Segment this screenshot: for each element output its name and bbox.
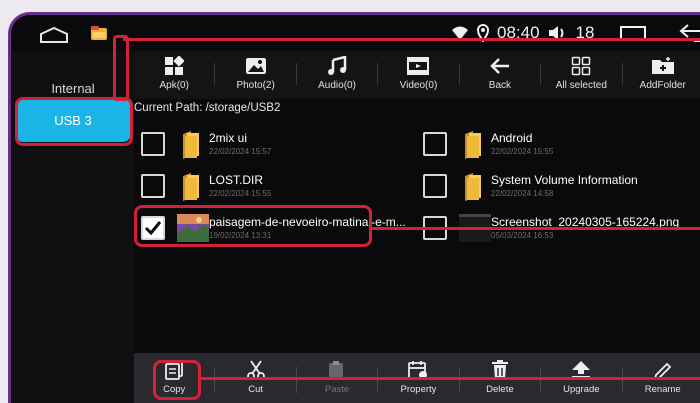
- audio-filter-label: Audio(0): [318, 80, 356, 91]
- file-item[interactable]: System Volume Information 22/02/2024 14:…: [423, 170, 693, 206]
- file-date: 22/02/2024 14:58: [491, 189, 554, 198]
- rename-button[interactable]: Rename: [623, 353, 700, 403]
- file-name: 2mix ui: [209, 131, 248, 145]
- file-item[interactable]: paisagem-de-nevoeiro-matinal-e-m... 19/0…: [141, 212, 411, 248]
- cut-label: Cut: [248, 384, 264, 395]
- file-item[interactable]: 2mix ui 22/02/2024 15:57: [141, 128, 411, 164]
- apps-icon: [162, 55, 186, 77]
- trash-icon: [489, 360, 511, 380]
- image-thumbnail: [459, 214, 491, 242]
- add-folder-icon: [651, 55, 675, 77]
- clock: 08:40: [497, 23, 540, 42]
- file-date: 19/02/2024 13:31: [209, 231, 272, 240]
- folder-icon: [183, 173, 199, 201]
- file-date: 22/02/2024 15:57: [209, 147, 272, 156]
- home-icon[interactable]: [39, 27, 69, 43]
- location-pin-icon: [477, 24, 489, 42]
- property-button[interactable]: Property: [378, 353, 458, 403]
- copy-button[interactable]: Copy: [134, 353, 214, 403]
- paste-button[interactable]: Paste: [297, 353, 377, 403]
- select-all-label: All selected: [555, 80, 607, 91]
- property-icon: [407, 360, 429, 380]
- device: 08:40 18 Internal USB 3 Apk(0) Photo(2) …: [0, 0, 700, 403]
- cut-button[interactable]: Cut: [215, 353, 295, 403]
- copy-icon: [163, 360, 185, 380]
- sidebar: Internal USB 3: [11, 51, 134, 403]
- folder-icon: [183, 131, 199, 159]
- file-item[interactable]: Screenshot_20240305-165224.png 05/03/202…: [423, 212, 693, 248]
- add-folder-label: AddFolder: [639, 80, 686, 91]
- screen: 08:40 18 Internal USB 3 Apk(0) Photo(2) …: [8, 12, 700, 403]
- action-bar: Copy Cut Paste Property Delete Upgrade R…: [134, 353, 700, 403]
- checkbox-checked[interactable]: [141, 216, 165, 240]
- current-path: Current Path: /storage/USB2: [134, 102, 281, 114]
- toolbar: Apk(0) Photo(2) Audio(0) Video(0) Back A…: [134, 51, 700, 99]
- back-button[interactable]: Back: [460, 51, 540, 99]
- file-name: Android: [491, 131, 533, 145]
- scissors-icon: [245, 360, 267, 380]
- apk-filter-label: Apk(0): [159, 80, 189, 91]
- file-name: LOST.DIR: [209, 173, 264, 187]
- checkbox[interactable]: [423, 132, 447, 156]
- pencil-icon: [652, 360, 674, 380]
- file-date: 05/03/2024 16:53: [491, 231, 554, 240]
- file-item[interactable]: Android 22/02/2024 15:55: [423, 128, 693, 164]
- file-name: System Volume Information: [491, 173, 638, 187]
- arrow-left-icon: [488, 55, 512, 77]
- checkbox[interactable]: [423, 174, 447, 198]
- copy-label: Copy: [163, 384, 186, 395]
- checkbox[interactable]: [141, 174, 165, 198]
- checkbox[interactable]: [141, 132, 165, 156]
- music-note-icon: [325, 55, 349, 77]
- folder-icon: [465, 131, 481, 159]
- photo-filter-label: Photo(2): [236, 80, 275, 91]
- upgrade-icon: [570, 360, 592, 380]
- file-name: Screenshot_20240305-165224.png: [491, 215, 680, 229]
- delete-label: Delete: [486, 384, 514, 395]
- film-icon: [406, 55, 430, 77]
- photo-filter-button[interactable]: Photo(2): [215, 51, 295, 99]
- volume-level: 18: [575, 23, 595, 42]
- image-thumbnail: [177, 214, 209, 242]
- folder-icon: [465, 173, 481, 201]
- file-name: paisagem-de-nevoeiro-matinal-e-m...: [209, 215, 406, 229]
- back-nav-icon[interactable]: [678, 23, 700, 43]
- add-folder-button[interactable]: AddFolder: [623, 51, 700, 99]
- paste-icon: [326, 360, 348, 380]
- audio-filter-button[interactable]: Audio(0): [297, 51, 377, 99]
- select-all-button[interactable]: All selected: [541, 51, 621, 99]
- file-date: 22/02/2024 15:55: [491, 147, 554, 156]
- checkbox[interactable]: [423, 216, 447, 240]
- grid-icon: [569, 55, 593, 77]
- upgrade-button[interactable]: Upgrade: [541, 353, 621, 403]
- delete-button[interactable]: Delete: [460, 353, 540, 403]
- checkmark-icon: [144, 221, 162, 236]
- paste-label: Paste: [324, 384, 350, 395]
- recent-apps-icon[interactable]: [618, 24, 648, 42]
- status-bar: 08:40 18: [11, 15, 700, 51]
- property-label: Property: [400, 384, 437, 395]
- file-item[interactable]: LOST.DIR 22/02/2024 15:55: [141, 170, 411, 206]
- image-icon: [244, 55, 268, 77]
- file-manager-app-icon[interactable]: [89, 23, 109, 43]
- sidebar-item-usb[interactable]: USB 3: [15, 99, 131, 142]
- file-date: 22/02/2024 15:55: [209, 189, 272, 198]
- upgrade-label: Upgrade: [563, 384, 600, 395]
- speaker-icon[interactable]: [548, 25, 568, 41]
- wifi-icon: [452, 26, 468, 40]
- apk-filter-button[interactable]: Apk(0): [134, 51, 214, 99]
- back-label: Back: [488, 80, 512, 91]
- video-filter-button[interactable]: Video(0): [378, 51, 458, 99]
- rename-label: Rename: [644, 384, 681, 395]
- video-filter-label: Video(0): [399, 80, 438, 91]
- status-indicators: 08:40 18: [451, 21, 700, 45]
